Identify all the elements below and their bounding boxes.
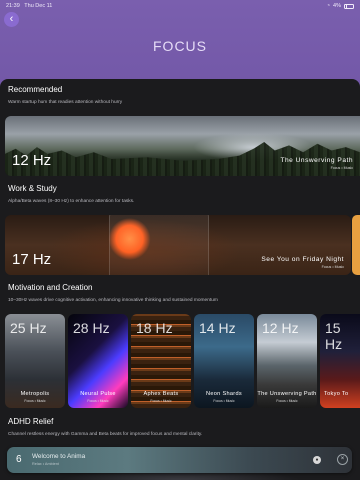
tile-title: Tokyo To xyxy=(324,390,349,397)
content-sheet[interactable]: Recommended Warm startup hum that readie… xyxy=(0,79,360,480)
tile-tags: Focus • Music xyxy=(213,399,235,403)
track-tile-the-unswerving-path[interactable]: 12 Hz The Unswerving Path Focus • Music xyxy=(257,314,317,408)
close-icon[interactable]: × xyxy=(337,454,348,465)
section-subtitle-adhd-relief: Channel restless energy with Gamma and B… xyxy=(8,432,203,437)
card-title: See You on Friday Night xyxy=(261,256,344,263)
tile-tags: Focus • Music xyxy=(150,399,172,403)
tile-title: Neon Shards xyxy=(206,390,242,397)
equalizer-icon[interactable]: ● xyxy=(313,456,321,464)
tile-title: Metropolis xyxy=(20,390,50,397)
track-tile-tokyo[interactable]: 15 Hz Tokyo To xyxy=(320,314,360,408)
section-title-recommended: Recommended xyxy=(8,85,63,94)
card-title: The Unswerving Path xyxy=(280,157,353,164)
player-title: Welcome to Anima xyxy=(32,453,86,460)
card-image xyxy=(109,215,209,275)
page-title: FOCUS xyxy=(153,38,207,54)
tile-title: The Unswerving Path xyxy=(257,390,317,397)
chevron-left-icon: ‹ xyxy=(9,13,14,25)
tile-frequency: 15 Hz xyxy=(325,320,343,352)
status-left: 21:39 Thu Dec 11 xyxy=(6,3,52,9)
section-title-adhd-relief: ADHD Relief xyxy=(8,417,54,426)
track-tile-metropolis[interactable]: 25 Hz Metropolis Focus • Music xyxy=(5,314,65,408)
tile-title: Neural Pulse xyxy=(80,390,116,397)
battery-icon xyxy=(344,3,354,9)
section-subtitle-recommended: Warm startup hum that readies attention … xyxy=(8,100,123,105)
track-tile-aphex-beats[interactable]: 18 Hz Aphex Beats Focus • Music xyxy=(131,314,191,408)
track-card-see-you-on-friday-night[interactable]: 17 Hz See You on Friday Night Focus • Mu… xyxy=(5,215,351,275)
tile-frequency: 18 Hz xyxy=(136,320,173,336)
player-subtitle: Relax • Ambient xyxy=(32,462,59,466)
tile-frequency: 12 Hz xyxy=(262,320,299,336)
section-subtitle-motivation: 10–30Hz waves drive cognitive activation… xyxy=(8,298,218,303)
tile-frequency: 14 Hz xyxy=(199,320,236,336)
tile-tags: Focus • Music xyxy=(24,399,46,403)
tile-tags: Focus • Music xyxy=(87,399,109,403)
status-right: ◔ 4% xyxy=(327,3,354,9)
tile-tags: Focus • Music xyxy=(276,399,298,403)
card-frequency: 12 Hz xyxy=(12,152,52,169)
tile-frequency: 25 Hz xyxy=(10,320,47,336)
mini-player[interactable]: 6 Welcome to Anima Relax • Ambient ● × xyxy=(7,447,352,473)
status-time: 21:39 xyxy=(6,3,20,9)
track-card-the-unswerving-path[interactable]: 12 Hz The Unswerving Path Focus • Music xyxy=(5,116,360,176)
card-tags: Focus • Music xyxy=(321,265,344,269)
status-bar: 21:39 Thu Dec 11 ◔ 4% xyxy=(0,0,360,12)
battery-percent: 4% xyxy=(333,3,341,9)
tile-title: Aphex Beats xyxy=(143,390,179,397)
track-tile-neural-pulse[interactable]: 28 Hz Neural Pulse Focus • Music xyxy=(68,314,128,408)
status-date: Thu Dec 11 xyxy=(24,3,53,9)
section-title-motivation: Motivation and Creation xyxy=(8,283,93,292)
section-title-work-study: Work & Study xyxy=(8,184,57,193)
wifi-icon: ◔ xyxy=(326,3,331,9)
tiles-row: 25 Hz Metropolis Focus • Music 28 Hz Neu… xyxy=(5,314,360,408)
back-button[interactable]: ‹ xyxy=(4,12,19,27)
track-tile-neon-shards[interactable]: 14 Hz Neon Shards Focus • Music xyxy=(194,314,254,408)
card-tags: Focus • Music xyxy=(330,166,353,170)
card-frequency: 17 Hz xyxy=(12,251,52,268)
section-subtitle-work-study: Alpha/Beta waves (8–30 Hz) to enhance at… xyxy=(8,199,135,204)
tile-frequency: 28 Hz xyxy=(73,320,110,336)
next-card-peek[interactable] xyxy=(352,215,360,275)
player-frequency: 6 xyxy=(16,454,22,465)
